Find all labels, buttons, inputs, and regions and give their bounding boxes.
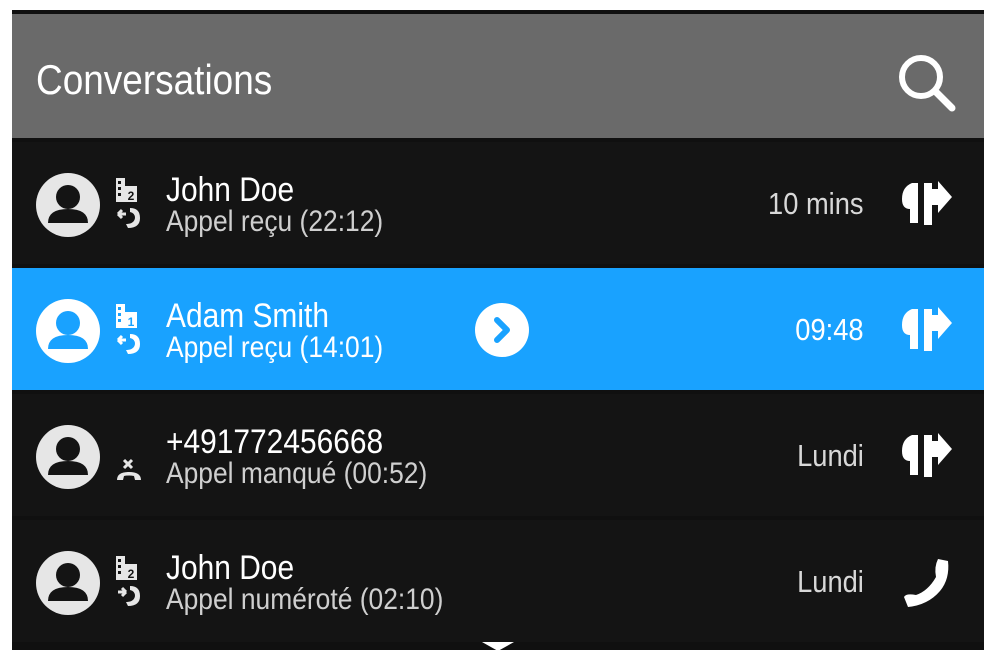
conversation-row-3[interactable]: +491772456668 Appel manqué (00:52) Lundi [12,394,984,516]
avatar-icon [36,425,100,489]
call-status: Appel manqué (00:52) [166,457,428,490]
avatar-icon [36,299,100,363]
transfer-icon [902,433,952,477]
incoming-call-icon [116,206,142,230]
transfer-icon [902,181,952,225]
missed-call-icon [116,458,142,482]
details-button[interactable] [475,303,529,357]
call-time: Lundi [797,438,864,473]
conversation-row-1[interactable]: 2 John Doe Appel reçu (22:12) 10 mins [12,142,984,264]
avatar-icon [36,173,100,237]
line-2-icon: 2 [116,178,138,202]
call-button[interactable] [898,557,954,609]
call-time: 10 mins [768,186,864,221]
call-time: 09:48 [795,312,864,347]
line-1-icon: 1 [116,304,138,328]
svg-text:1: 1 [128,315,135,328]
call-status: Appel reçu (14:01) [166,331,384,364]
phone-icon [904,559,949,607]
conversations-screen: Conversations 2 John Doe Appel reçu (22:… [12,10,984,650]
header-bar: Conversations [12,14,984,138]
page-title: Conversations [36,56,273,103]
call-status: Appel reçu (22:12) [166,205,384,238]
incoming-call-icon [116,332,142,356]
conversation-row-4[interactable]: 2 John Doe Appel numéroté (02:10) Lundi [12,520,984,642]
transfer-button[interactable] [898,305,954,357]
chevron-right-icon [475,303,529,357]
avatar-icon [36,551,100,615]
search-icon [899,55,956,112]
call-status: Appel numéroté (02:10) [166,583,444,616]
scroll-down-indicator[interactable] [482,642,514,650]
search-button[interactable] [894,50,958,114]
transfer-icon [902,307,952,351]
outgoing-call-icon [116,584,142,608]
svg-text:2: 2 [128,567,135,580]
conversation-row-2[interactable]: 1 Adam Smith Appel reçu (14:01) 09:48 [12,268,984,390]
svg-text:2: 2 [128,189,135,202]
call-time: Lundi [797,564,864,599]
transfer-button[interactable] [898,179,954,231]
transfer-button[interactable] [898,431,954,483]
line-2-icon: 2 [116,556,138,580]
